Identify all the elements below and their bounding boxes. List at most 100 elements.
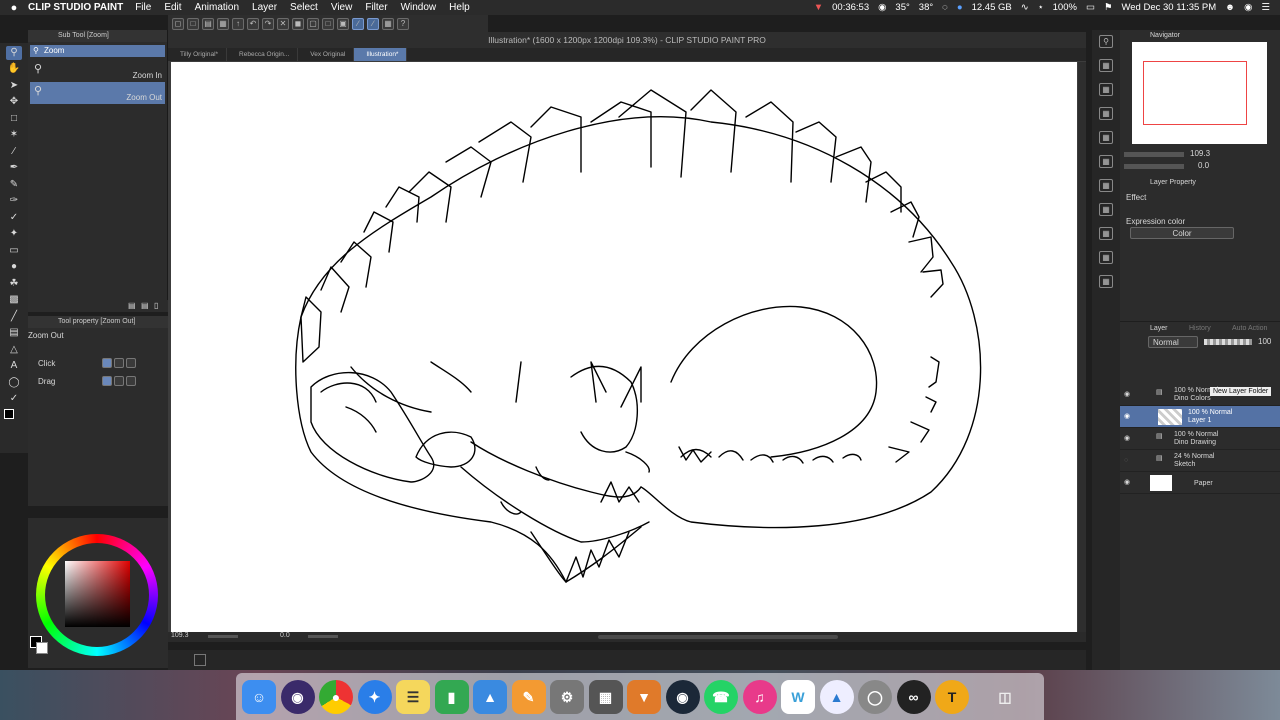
toon-boom-icon[interactable]: T bbox=[935, 679, 969, 714]
zoom-out-item[interactable]: ⚲ Zoom Out bbox=[30, 82, 165, 104]
trash-icon[interactable]: ◫ bbox=[988, 680, 1022, 714]
eye-icon[interactable]: ◉ bbox=[1124, 391, 1130, 399]
invert-selection-icon[interactable]: ▣ bbox=[337, 17, 349, 30]
eye-icon[interactable]: ◉ bbox=[1124, 413, 1130, 421]
fill-tool-icon[interactable]: ☘ bbox=[6, 277, 22, 291]
timer-icon[interactable]: ▼ bbox=[814, 2, 823, 13]
zoom-in-item[interactable]: ⚲ Zoom In bbox=[30, 60, 165, 82]
clear-icon[interactable]: ✕ bbox=[277, 17, 289, 30]
memory-text[interactable]: 12.45 GB bbox=[972, 2, 1012, 13]
apple-icon[interactable]: ● bbox=[0, 2, 28, 14]
decoration-icon[interactable]: ✦ bbox=[6, 227, 22, 241]
tab-illustration[interactable]: Illustration* bbox=[354, 48, 408, 61]
tab-layer[interactable]: Layer bbox=[1150, 325, 1168, 332]
airbrush-icon[interactable]: ✓ bbox=[6, 211, 22, 225]
canvas-vertical-scrollbar[interactable] bbox=[1078, 62, 1086, 632]
main-color-icon[interactable] bbox=[4, 408, 14, 419]
clip-studio-icon[interactable]: ▲ bbox=[819, 679, 854, 714]
battery-icon[interactable]: ▭ bbox=[1086, 2, 1095, 13]
steam-icon[interactable]: ◉ bbox=[665, 679, 700, 714]
panel-material2-icon[interactable]: ▦ bbox=[1099, 83, 1113, 96]
cpu-temp[interactable]: 35° bbox=[895, 2, 909, 13]
datetime[interactable]: Wed Dec 30 11:35 PM bbox=[1121, 2, 1216, 13]
panel-material6-icon[interactable]: ▦ bbox=[1099, 179, 1113, 192]
menu-file[interactable]: File bbox=[135, 2, 151, 13]
correct-line-icon[interactable]: ✓ bbox=[6, 392, 22, 406]
eraser-icon[interactable]: ▭ bbox=[6, 244, 22, 258]
timeline-icon[interactable] bbox=[194, 654, 206, 666]
canvas-angle-slider[interactable] bbox=[308, 635, 338, 638]
sync-icon[interactable]: ◌ bbox=[942, 2, 948, 13]
pencil-tool-icon[interactable]: ✎ bbox=[6, 178, 22, 192]
ruler-tool-icon[interactable]: △ bbox=[6, 343, 22, 357]
redo-icon[interactable]: ↷ bbox=[262, 17, 274, 30]
app-ring-icon[interactable]: ◯ bbox=[858, 679, 892, 714]
brush-tool-icon[interactable]: ✑ bbox=[6, 194, 22, 208]
panel-material3-icon[interactable]: ▦ bbox=[1099, 107, 1113, 120]
canvas-zoom-slider[interactable] bbox=[208, 635, 238, 638]
balloon-tool-icon[interactable]: ◯ bbox=[6, 376, 22, 390]
menu-animation[interactable]: Animation bbox=[195, 2, 239, 13]
navigator-zoom-slider[interactable] bbox=[1124, 152, 1184, 157]
panel-material4-icon[interactable]: ▦ bbox=[1099, 131, 1113, 144]
open-icon[interactable]: ▤ bbox=[202, 17, 214, 30]
pen-tool-icon[interactable]: ✒ bbox=[6, 161, 22, 175]
sub-color-swatch[interactable] bbox=[36, 642, 48, 654]
tab-vex-original[interactable]: Vex Original bbox=[298, 48, 355, 61]
delete-subtool-icon[interactable]: ▯ bbox=[154, 301, 158, 310]
canvas-hscroll[interactable] bbox=[598, 635, 838, 639]
panel-search-icon[interactable]: ⚲ bbox=[1099, 35, 1113, 48]
blend-mode-select[interactable]: Normal bbox=[1148, 336, 1198, 348]
drag-zoom-out-icon[interactable] bbox=[126, 376, 136, 386]
record-icon[interactable]: ◉ bbox=[878, 2, 886, 13]
menu-window[interactable]: Window bbox=[401, 2, 437, 13]
selection-tool-icon[interactable]: □ bbox=[6, 112, 22, 126]
panel-material5-icon[interactable]: ▦ bbox=[1099, 155, 1113, 168]
siri-icon[interactable]: ◉ bbox=[280, 679, 315, 714]
home-icon[interactable]: ◻ bbox=[172, 17, 184, 30]
fill-icon[interactable]: ◼ bbox=[292, 17, 304, 30]
drag-zoom-icon[interactable] bbox=[102, 376, 112, 386]
click-zoom-out-icon[interactable] bbox=[114, 358, 124, 368]
menu-filter[interactable]: Filter bbox=[365, 2, 387, 13]
notes-icon[interactable]: ☰ bbox=[396, 679, 430, 714]
numbers-icon[interactable]: ▮ bbox=[434, 679, 469, 714]
layer-row[interactable]: ○ ▤ 24 % Normal Sketch bbox=[1120, 450, 1280, 472]
tab-history[interactable]: History bbox=[1189, 325, 1211, 332]
new-icon[interactable]: □ bbox=[187, 17, 199, 30]
subtool-group-zoom[interactable]: ⚲ Zoom bbox=[30, 45, 165, 57]
keynote-icon[interactable]: ▲ bbox=[473, 679, 507, 714]
canvas-zoom-value[interactable]: 109.3 bbox=[171, 632, 189, 639]
gpu-temp[interactable]: 38° bbox=[919, 2, 933, 13]
panel-material8-icon[interactable]: ▦ bbox=[1099, 227, 1113, 240]
eyedropper-icon[interactable]: ∕ bbox=[6, 145, 22, 159]
menu-edit[interactable]: Edit bbox=[164, 2, 181, 13]
canvas-angle-value[interactable]: 0.0 bbox=[280, 632, 290, 639]
opacity-value[interactable]: 100 bbox=[1258, 337, 1271, 346]
export-icon[interactable]: ↑ bbox=[232, 17, 244, 30]
snap-special-ruler-icon[interactable]: ∕ bbox=[367, 17, 379, 30]
expression-color-select[interactable]: Color bbox=[1130, 227, 1234, 239]
pages-icon[interactable]: ✎ bbox=[511, 679, 546, 714]
add-subtool-icon[interactable]: ▤ bbox=[128, 301, 136, 310]
operation-tool-icon[interactable]: ➤ bbox=[6, 79, 22, 93]
deselect-icon[interactable]: □ bbox=[322, 17, 334, 30]
safari-icon[interactable]: ✦ bbox=[357, 679, 392, 714]
hand-tool-icon[interactable]: ✋ bbox=[6, 62, 22, 76]
app-name[interactable]: CLIP STUDIO PAINT bbox=[28, 2, 123, 13]
navigator-view-frame[interactable] bbox=[1143, 61, 1247, 125]
snap-ruler-icon[interactable]: ∕ bbox=[352, 17, 364, 30]
color-square[interactable] bbox=[65, 561, 130, 627]
eye-icon[interactable]: ○ bbox=[1124, 457, 1128, 465]
gradient-icon[interactable]: ▩ bbox=[6, 293, 22, 307]
flag-icon[interactable]: ⚑ bbox=[1104, 2, 1113, 13]
menu-view[interactable]: View bbox=[331, 2, 353, 13]
panel-material7-icon[interactable]: ▦ bbox=[1099, 203, 1113, 216]
whatsapp-icon[interactable]: ☎ bbox=[704, 679, 738, 714]
tab-rebecca-original[interactable]: Rebecca Origin... bbox=[227, 48, 299, 61]
navigator-angle-slider[interactable] bbox=[1124, 164, 1184, 169]
tab-tilly-original[interactable]: Tilly Original* bbox=[168, 48, 228, 61]
menu-layer[interactable]: Layer bbox=[252, 2, 277, 13]
click-zoom-in-icon[interactable] bbox=[102, 358, 112, 368]
itunes-icon[interactable]: ♫ bbox=[742, 679, 777, 714]
